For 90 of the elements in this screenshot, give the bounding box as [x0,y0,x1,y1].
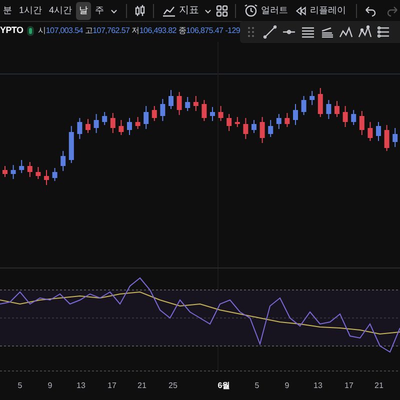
candle [210,106,215,122]
candle [44,170,49,186]
candle [376,122,381,142]
lines-icon[interactable] [377,25,391,39]
timeframe-tab[interactable]: 주 [92,2,108,20]
candle [86,118,90,134]
candle [218,106,224,122]
ohlc-value: 107,762.57 [92,25,130,37]
price-change: -129 [225,25,240,37]
ohlc-label: 저 [132,25,140,37]
undo-icon[interactable] [363,4,378,18]
zigzag-pattern-icon[interactable] [339,25,353,39]
candle [10,164,16,180]
axis-label: 17 [108,380,116,392]
candle [60,150,66,172]
candle [185,96,190,112]
candle [36,166,41,180]
axis-label: 25 [168,380,178,392]
candle [310,90,315,106]
indicators-button[interactable]: 지표 [160,3,202,18]
timeframe-tab[interactable]: 1시간 [16,2,46,20]
candle [226,114,232,132]
candle [118,120,124,136]
candle [152,106,157,122]
candle [243,118,248,140]
candle [144,106,149,130]
candle [342,106,348,128]
ohlc-label: 고 [84,25,93,37]
candle [351,110,356,126]
candle [77,118,82,140]
grid-icon[interactable] [215,4,230,18]
candles-icon[interactable] [133,4,148,18]
candle [334,100,340,118]
alarm-clock-icon[interactable] [244,4,258,18]
candle [318,88,323,118]
timeframe-tab[interactable]: 4시간 [46,2,76,20]
timeframe-tab[interactable]: 날 [76,2,92,20]
ohlc-label: 종 [178,25,186,37]
zigzag-pattern-icon[interactable] [358,25,372,39]
candle [326,100,332,120]
candle [301,96,306,116]
candle [276,114,282,130]
candle [260,116,265,144]
candle [359,110,364,136]
rewind-icon[interactable] [295,4,308,18]
candle [202,100,207,122]
ohlc-value: 106,493.82 [139,25,176,37]
candle [168,90,174,110]
ohlc-value: 107,003.54 [46,25,83,37]
candle [368,122,373,142]
trend-line-icon[interactable] [263,25,277,39]
candle [384,124,390,152]
replay-button[interactable]: 리플레이 [291,4,350,18]
candle [94,114,99,134]
axis-label: 9 [48,380,52,392]
candle [68,126,74,164]
candle [268,120,274,138]
candle [293,104,298,126]
axis-label: 5 [18,380,22,392]
candle [160,98,166,122]
candle [176,92,182,116]
candle [284,112,290,128]
ohlc-label: 시 [38,25,46,37]
fib-lines-icon[interactable] [320,25,334,39]
candle [102,112,108,126]
axis-label: 21 [138,380,146,392]
candle [52,168,58,182]
redo-icon[interactable] [386,4,400,18]
parallel-lines-icon[interactable] [301,25,315,39]
candle [110,112,116,134]
symbol-name: YPTO [0,24,24,38]
candle [234,116,240,128]
timeframe-tab[interactable]: 분 [0,2,15,20]
ohlc-value: 106,875.47 [186,25,224,37]
candle [27,162,32,178]
candle [2,166,8,178]
candle [19,160,24,174]
axis-label: 5 [254,380,260,392]
axis-label: 6월 [218,380,230,392]
candle [252,120,256,134]
axis-label: 13 [76,380,86,392]
candle [135,116,140,130]
axis-label: 17 [344,380,354,392]
alert-button[interactable]: 얼러트 [242,4,290,18]
axis-label: 13 [314,380,322,392]
candle [193,96,198,112]
candle [392,128,398,148]
axis-label: 21 [374,380,384,392]
axis-label: 9 [284,380,290,392]
candle [127,118,132,136]
